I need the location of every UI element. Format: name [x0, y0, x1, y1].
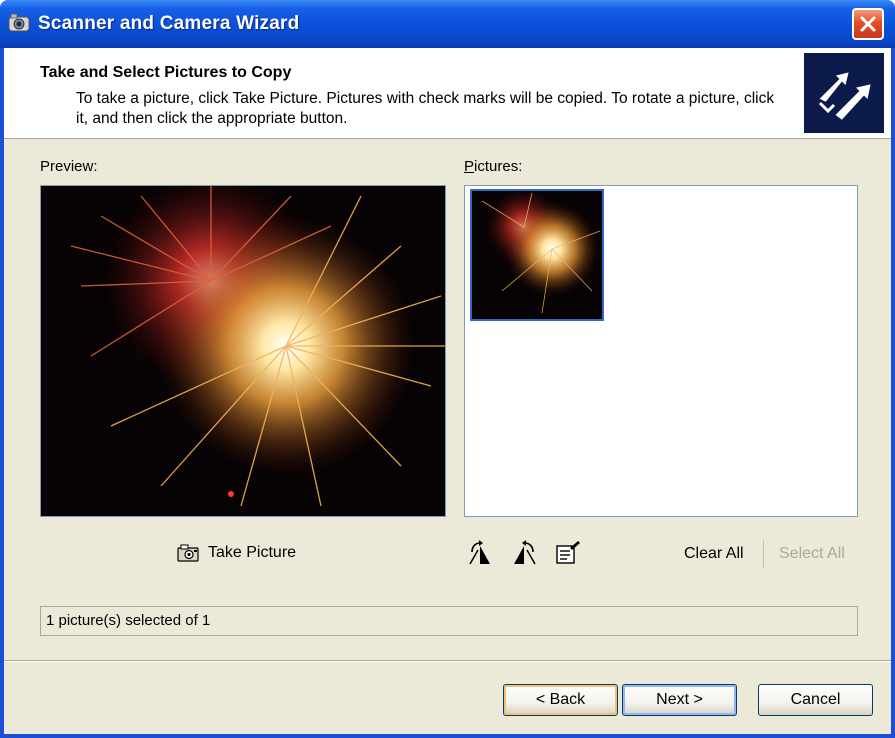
title-bar[interactable]: Scanner and Camera Wizard — [0, 0, 895, 48]
selection-status: 1 picture(s) selected of 1 — [40, 606, 858, 636]
next-button[interactable]: Next > — [622, 684, 737, 716]
window-title: Scanner and Camera Wizard — [38, 13, 300, 34]
preview-image — [40, 185, 446, 517]
wizard-arrows-icon — [804, 53, 884, 133]
toolbar-divider — [763, 540, 764, 568]
page-description: To take a picture, click Take Picture. P… — [76, 90, 775, 127]
preview-label: Preview: — [40, 158, 98, 175]
rotate-counterclockwise-icon — [514, 540, 536, 565]
page-title: Take and Select Pictures to Copy — [40, 64, 292, 81]
take-picture-button[interactable]: Take Picture — [176, 542, 296, 564]
close-button[interactable] — [852, 8, 884, 40]
camera-icon — [177, 544, 199, 562]
back-button[interactable]: < Back — [503, 684, 618, 716]
dialog-client: Take and Select Pictures to Copy To take… — [4, 48, 891, 734]
picture-thumbnail[interactable] — [470, 189, 604, 321]
rotate-clockwise-button[interactable] — [466, 540, 494, 566]
footer-divider — [4, 660, 891, 662]
properties-button[interactable] — [554, 540, 582, 566]
rotate-counterclockwise-button[interactable] — [511, 540, 539, 566]
close-icon — [860, 16, 876, 32]
camera-scanner-icon — [8, 13, 30, 32]
properties-icon — [556, 541, 580, 564]
pictures-label: Pictures: — [464, 158, 523, 175]
cancel-button[interactable]: Cancel — [758, 684, 873, 716]
wizard-window: Scanner and Camera Wizard Take and Selec… — [0, 0, 895, 738]
take-picture-label: Take Picture — [208, 544, 297, 561]
clear-all-button[interactable]: Clear All — [684, 545, 744, 563]
pictures-list[interactable] — [464, 185, 858, 517]
select-all-button: Select All — [779, 545, 845, 562]
rotate-clockwise-icon — [469, 540, 490, 565]
wizard-header: Take and Select Pictures to Copy To take… — [4, 48, 891, 139]
